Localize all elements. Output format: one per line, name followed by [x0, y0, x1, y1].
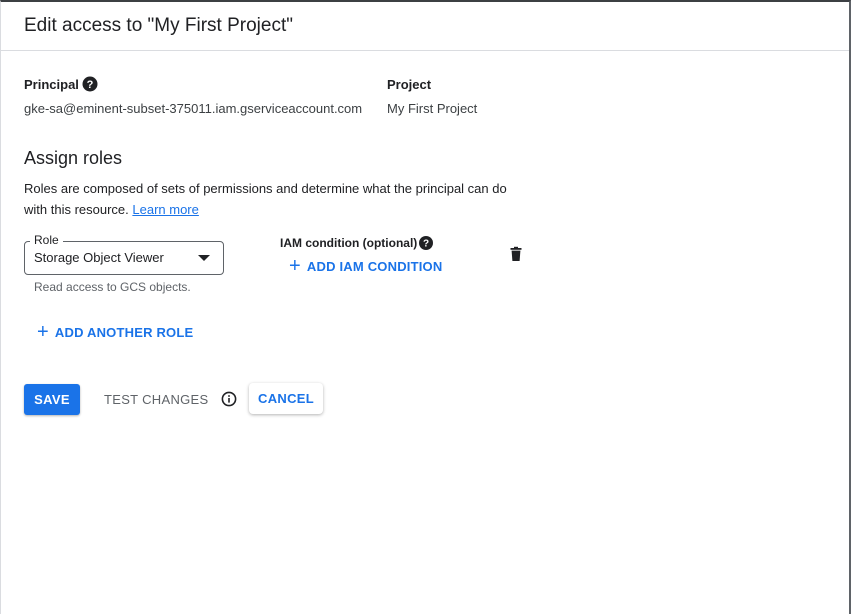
- assign-roles-description: Roles are composed of sets of permission…: [24, 178, 524, 220]
- svg-text:?: ?: [423, 239, 429, 250]
- assign-roles-description-text: Roles are composed of sets of permission…: [24, 181, 507, 217]
- caret-down-icon: [198, 255, 210, 261]
- info-icon[interactable]: [221, 391, 237, 407]
- project-value: My First Project: [387, 101, 478, 116]
- iam-condition-help-icon[interactable]: ?: [418, 235, 434, 251]
- add-another-role-label: ADD ANOTHER ROLE: [54, 324, 194, 340]
- learn-more-link[interactable]: Learn more: [132, 202, 198, 217]
- plus-icon: +: [289, 255, 301, 277]
- save-button[interactable]: SAVE: [24, 384, 80, 415]
- add-iam-condition-button[interactable]: + ADD IAM CONDITION: [289, 256, 442, 276]
- role-selected-value: Storage Object Viewer: [34, 250, 164, 265]
- add-iam-condition-label: ADD IAM CONDITION: [306, 258, 443, 274]
- iam-condition-label: IAM condition (optional): [280, 236, 418, 250]
- plus-icon: +: [37, 321, 49, 343]
- dialog-frame: [0, 0, 851, 614]
- trash-icon[interactable]: [508, 246, 524, 262]
- principal-help-icon[interactable]: ?: [82, 76, 98, 92]
- test-changes-button[interactable]: TEST CHANGES: [104, 392, 209, 407]
- cancel-button[interactable]: CANCEL: [249, 383, 323, 414]
- dialog-header: Edit access to "My First Project": [0, 2, 849, 51]
- principal-value: gke-sa@eminent-subset-375011.iam.gservic…: [24, 101, 363, 116]
- add-another-role-button[interactable]: + ADD ANOTHER ROLE: [37, 322, 193, 342]
- role-label: Role: [30, 233, 63, 247]
- dialog-title: Edit access to "My First Project": [24, 15, 293, 36]
- principal-label: Principal: [24, 77, 79, 92]
- assign-roles-title: Assign roles: [24, 148, 123, 168]
- project-label: Project: [387, 77, 432, 92]
- svg-text:?: ?: [87, 79, 94, 91]
- role-hint: Read access to GCS objects.: [34, 280, 191, 294]
